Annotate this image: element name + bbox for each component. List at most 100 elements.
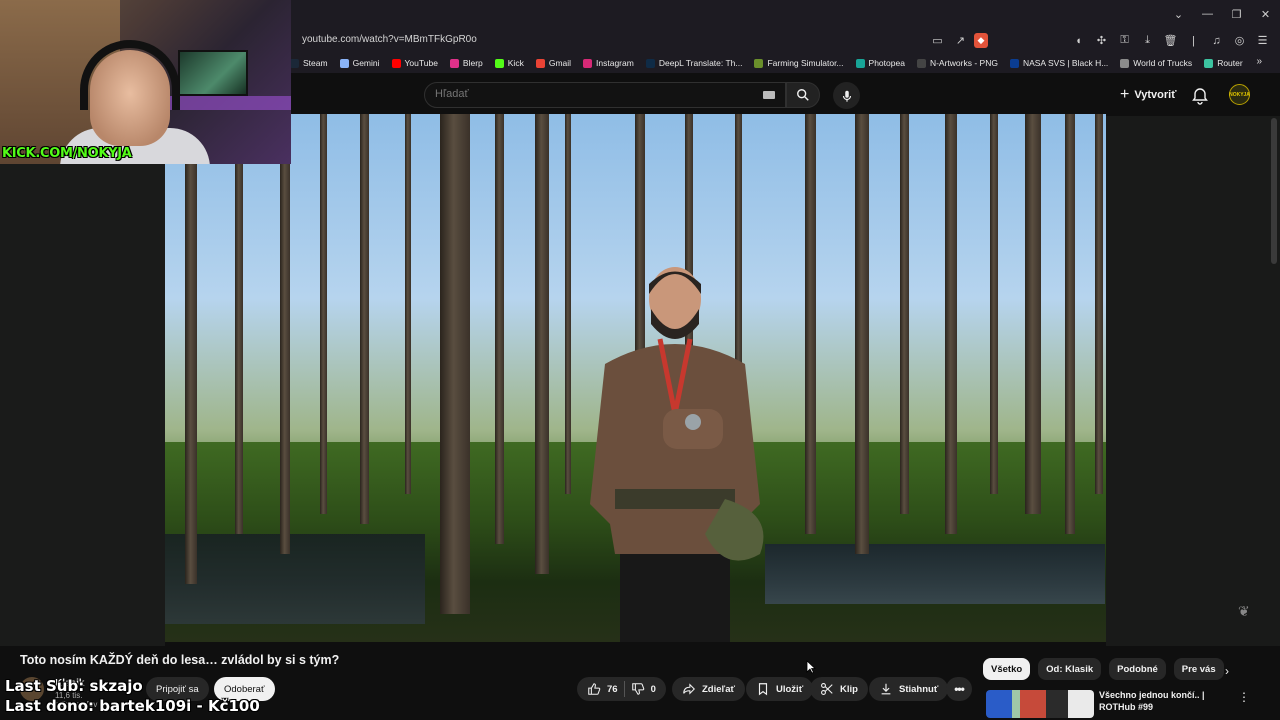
more-horizontal-icon: ••• — [954, 682, 965, 696]
thumbnail-image — [986, 690, 1094, 718]
menu-icon[interactable]: ☰ — [1253, 31, 1272, 50]
dislike-count[interactable]: 0 — [651, 684, 656, 695]
create-button[interactable]: + Vytvoriť — [1112, 83, 1185, 107]
tree-trunk — [535, 114, 549, 574]
bookmark-label: World of Trucks — [1133, 58, 1193, 68]
download-button[interactable]: Stiahnuť — [869, 677, 949, 701]
tree-trunk — [945, 114, 957, 534]
key-icon[interactable]: ⚿ — [1115, 31, 1134, 50]
more-vertical-icon[interactable]: ⋮ — [1238, 690, 1250, 704]
thumbs-down-icon[interactable] — [631, 682, 645, 696]
share-icon[interactable]: ↗ — [951, 31, 970, 50]
extensions-icon[interactable]: ✣ — [1092, 31, 1111, 50]
cast-icon[interactable]: ▭ — [928, 31, 947, 50]
bookmark-icon — [758, 683, 768, 696]
tree-trunk — [405, 114, 411, 494]
filter-chip[interactable]: Všetko — [983, 658, 1031, 680]
more-actions-button[interactable]: ••• — [946, 677, 972, 701]
page-scrollbar[interactable] — [1271, 118, 1277, 264]
tree-trunk — [1065, 114, 1075, 534]
close-icon[interactable]: ✕ — [1251, 0, 1280, 28]
bookmark-label: Farming Simulator... — [767, 58, 844, 68]
recommendation-thumbnail[interactable] — [986, 690, 1094, 718]
bookmark-item[interactable]: Photopea — [855, 58, 905, 68]
save-label: Uložiť — [776, 683, 804, 695]
video-player[interactable] — [165, 114, 1106, 642]
right-backdrop — [1106, 116, 1280, 646]
like-count[interactable]: 76 — [607, 684, 618, 695]
thumbs-up-icon[interactable] — [587, 682, 601, 696]
bookmark-item[interactable]: World of Trucks — [1120, 58, 1192, 68]
trash-icon[interactable]: 🗑 — [1161, 31, 1180, 50]
minimize-icon[interactable]: — — [1193, 0, 1222, 28]
left-backdrop — [0, 116, 165, 646]
search-icon — [797, 89, 809, 101]
bookmark-favicon-icon — [1204, 58, 1214, 68]
keyboard-icon[interactable] — [763, 91, 775, 99]
tree-trunk — [1095, 114, 1103, 494]
bookmark-favicon-icon — [339, 58, 349, 68]
bookmark-favicon-icon — [916, 58, 926, 68]
water-reflection — [765, 544, 1105, 604]
bookmark-favicon-icon — [290, 58, 299, 68]
search-button[interactable] — [786, 82, 820, 108]
bookmark-item[interactable]: DeepL Translate: Th... — [645, 58, 742, 68]
voice-search-button[interactable] — [833, 82, 860, 109]
tree-trunk — [440, 114, 470, 614]
account-avatar[interactable]: NOKYJA — [1229, 84, 1250, 105]
watermark-icon: ❦ — [1238, 603, 1250, 619]
bookmark-item[interactable]: Router — [1204, 58, 1243, 68]
bookmark-item[interactable]: Steam — [290, 58, 328, 68]
restore-icon[interactable]: ❐ — [1222, 0, 1251, 28]
bookmark-item[interactable]: Farming Simulator... — [754, 58, 844, 68]
bookmark-favicon-icon — [1009, 58, 1019, 68]
recommendation-title[interactable]: Všechno jednou končí.. | ROTHub #99 — [1099, 689, 1229, 713]
vpn-icon[interactable]: ◎ — [1230, 31, 1249, 50]
wallet-icon[interactable]: ◖ — [1069, 31, 1088, 50]
video-title: Toto nosím KAŽDÝ deň do lesa… zvládol by… — [20, 653, 340, 667]
address-bar-actions: ▭ ↗ ◆ — [928, 31, 988, 50]
address-bar[interactable]: youtube.com/watch?v=MBmTFkGpR0o — [302, 34, 477, 45]
bookmark-item[interactable]: YouTube — [391, 58, 438, 68]
share-button[interactable]: Zdieľať — [672, 677, 746, 701]
bookmark-item[interactable]: Gemini — [339, 58, 380, 68]
bookmark-label: Router — [1217, 58, 1243, 68]
search-input[interactable] — [435, 88, 755, 100]
filter-chip[interactable]: Podobné — [1109, 658, 1166, 680]
more-bookmarks-icon[interactable]: » — [1256, 56, 1262, 67]
bookmark-label: N-Artworks - PNG — [929, 58, 998, 68]
download-arrow-icon — [881, 683, 891, 695]
bookmark-item[interactable]: Instagram — [583, 58, 634, 68]
bookmark-favicon-icon — [535, 58, 545, 68]
clip-button[interactable]: Klip — [810, 677, 868, 701]
bookmark-favicon-icon — [1120, 58, 1130, 68]
scissors-icon — [821, 683, 833, 695]
bookmark-item[interactable]: NASA SVS | Black H... — [1009, 58, 1108, 68]
webcam-led-strip — [168, 96, 291, 110]
bookmark-item[interactable]: Gmail — [535, 58, 571, 68]
bookmark-label: Steam — [303, 58, 328, 68]
bookmark-label: Gemini — [352, 58, 380, 68]
notifications-bell-icon[interactable] — [1190, 86, 1210, 106]
divider: | — [1192, 34, 1195, 47]
music-icon[interactable]: ♫ — [1207, 31, 1226, 50]
bookmark-favicon-icon — [645, 58, 655, 68]
tab-list-chevron-icon[interactable]: ⌄ — [1164, 0, 1193, 28]
filter-chip[interactable]: Od: Klasik — [1038, 658, 1102, 680]
bookmark-label: Photopea — [868, 58, 905, 68]
tree-trunk — [235, 114, 243, 534]
tree-trunk — [855, 114, 869, 554]
bookmark-item[interactable]: N-Artworks - PNG — [916, 58, 998, 68]
download-label: Stiahnuť — [899, 683, 939, 695]
microphone-icon — [842, 90, 851, 102]
mouse-cursor-icon — [806, 660, 816, 674]
bookmark-item[interactable]: Kick — [494, 58, 524, 68]
filter-chip[interactable]: Pre vás — [1173, 658, 1224, 680]
chevron-right-icon[interactable]: › — [1225, 664, 1243, 682]
save-button[interactable]: Uložiť — [746, 677, 814, 701]
tree-trunk — [495, 114, 504, 544]
download-icon[interactable]: ⤓ — [1138, 31, 1157, 50]
like-dislike-group: 76 0 — [577, 677, 666, 701]
bookmark-item[interactable]: Blerp — [449, 58, 483, 68]
brave-shield-icon[interactable]: ◆ — [974, 33, 988, 48]
